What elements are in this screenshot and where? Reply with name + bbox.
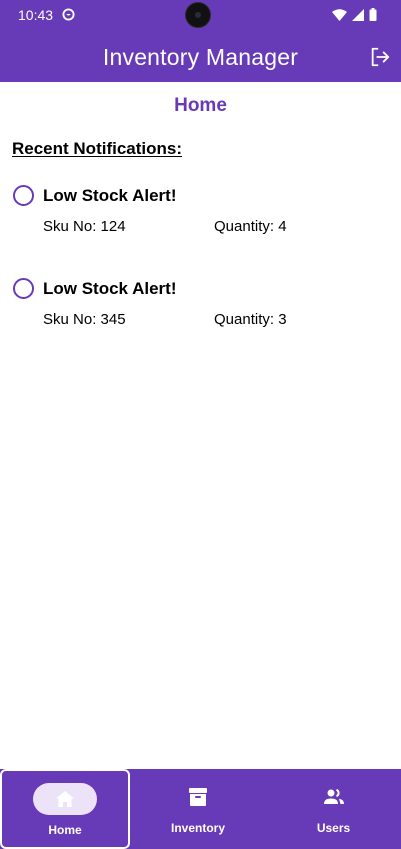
bottom-navigation: Home Inventory Users (0, 769, 401, 849)
page-title: Home (174, 95, 227, 116)
wifi-icon (332, 8, 347, 21)
nav-label-users: Users (316, 821, 351, 835)
cellular-signal-icon (352, 8, 364, 21)
recent-notifications-heading: Recent Notifications: (12, 139, 183, 158)
app-title: Inventory Manager (102, 44, 299, 70)
archive-box-icon (189, 788, 207, 806)
status-time: 10:43 (18, 7, 54, 23)
sync-status-icon (62, 8, 75, 21)
notification-title: Low Stock Alert! (43, 186, 177, 205)
notification-quantity: Quantity: 4 (214, 218, 287, 235)
home-icon (56, 791, 74, 807)
front-camera (186, 3, 210, 27)
logout-icon[interactable] (369, 46, 391, 68)
notification-item: Low Stock Alert! Sku No: 345 Quantity: 3 (0, 278, 401, 348)
notification-sku: Sku No: 124 (43, 218, 126, 235)
nav-item-home[interactable]: Home (0, 769, 130, 849)
system-status-icons (332, 8, 377, 21)
notification-quantity: Quantity: 3 (214, 311, 287, 328)
notification-radio[interactable] (13, 185, 34, 206)
status-bar: 10:43 (0, 0, 401, 30)
notification-radio[interactable] (13, 278, 34, 299)
notification-item: Low Stock Alert! Sku No: 124 Quantity: 4 (0, 185, 401, 255)
app-bar: Inventory Manager (0, 30, 401, 82)
notification-sku: Sku No: 345 (43, 311, 126, 328)
nav-item-inventory[interactable]: Inventory (133, 769, 263, 849)
nav-item-users[interactable]: Users (266, 769, 401, 849)
nav-label-home: Home (48, 823, 82, 837)
battery-icon (369, 8, 377, 21)
people-icon (323, 788, 344, 804)
nav-label-inventory: Inventory (170, 821, 225, 835)
notification-title: Low Stock Alert! (43, 279, 177, 298)
